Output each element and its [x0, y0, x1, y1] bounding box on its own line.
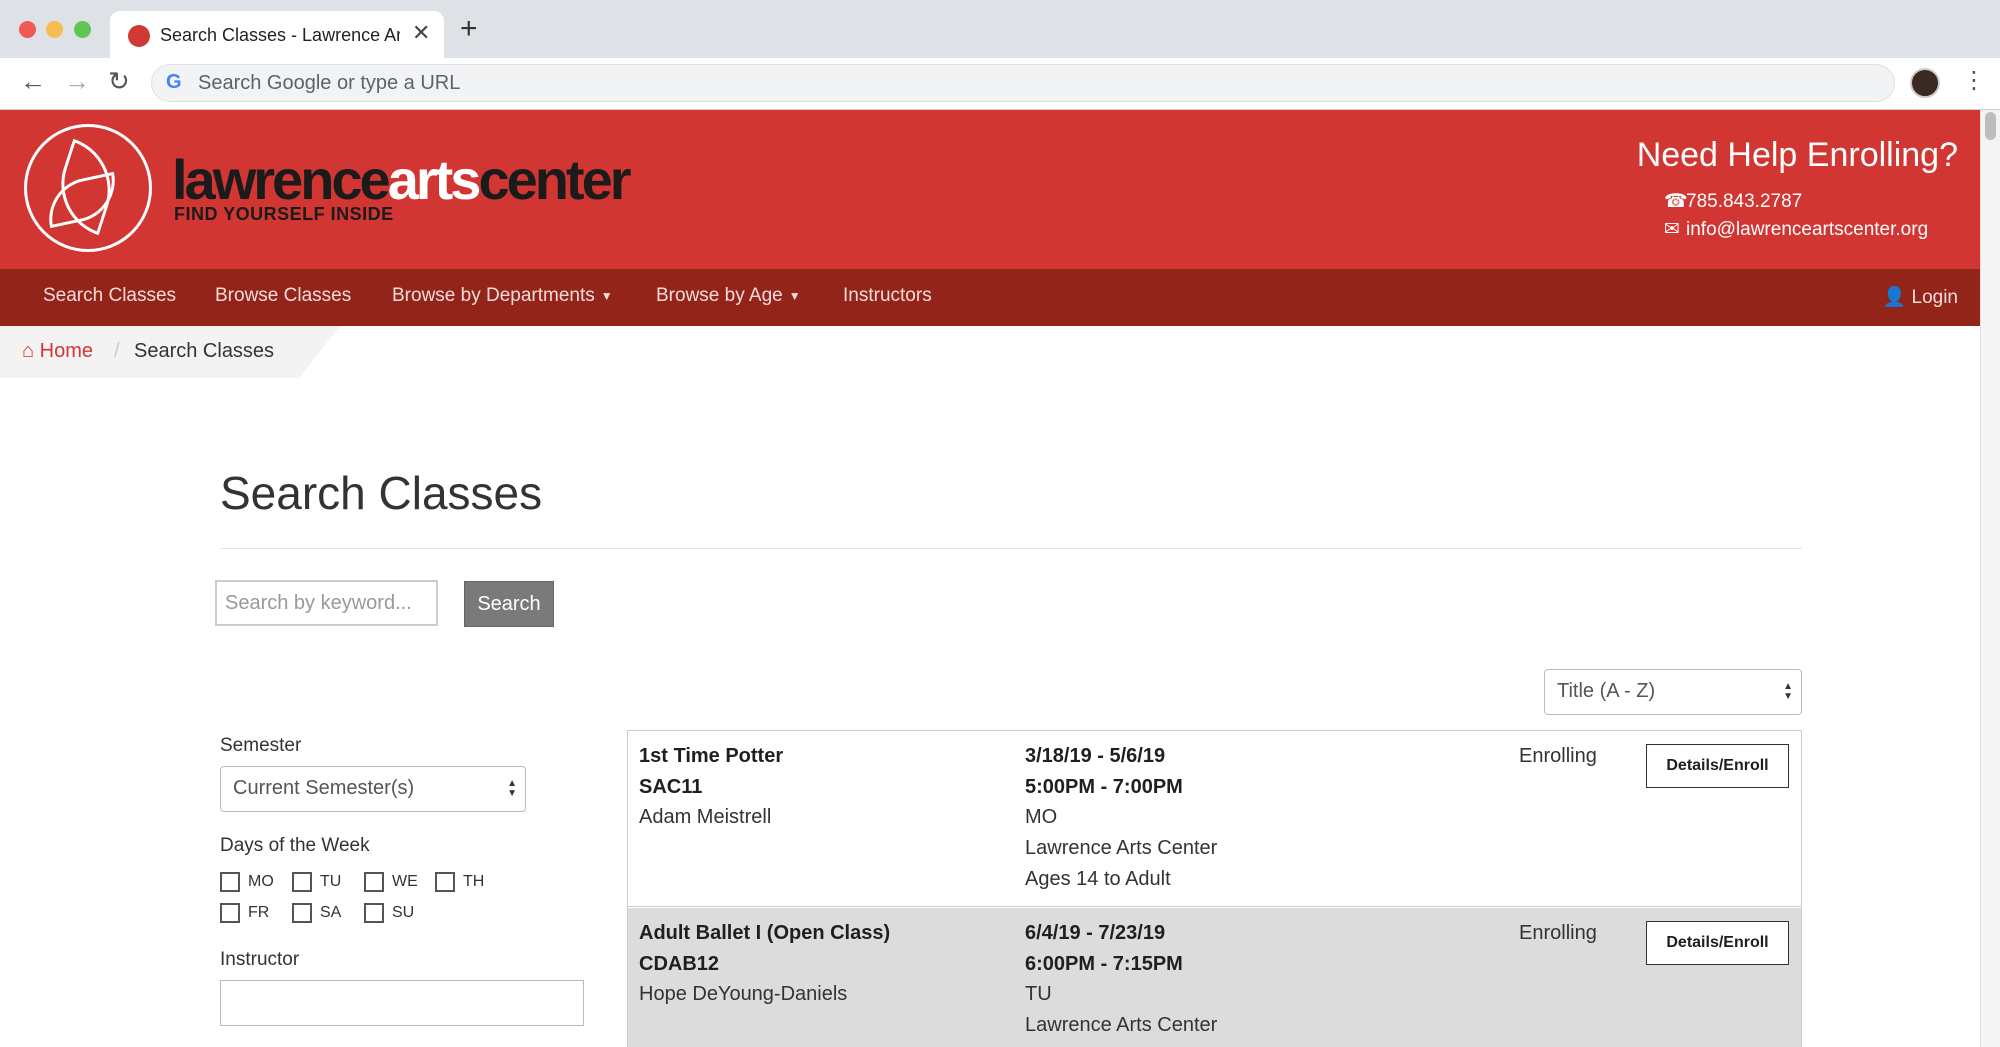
class-title[interactable]: 1st Time Potter	[639, 745, 783, 768]
page-title: Search Classes	[220, 467, 543, 519]
day-checkbox-tu[interactable]: TU	[292, 872, 341, 892]
class-days: TU	[1025, 983, 1052, 1005]
enrollment-status: Enrolling	[1519, 922, 1597, 944]
enrollment-status: Enrolling	[1519, 745, 1597, 767]
nav-search-classes[interactable]: Search Classes	[43, 285, 176, 307]
semester-select[interactable]: Current Semester(s) ▲ ▼	[220, 766, 526, 812]
maximize-window-icon[interactable]	[74, 21, 91, 38]
caret-down-icon: ▼	[788, 288, 801, 303]
google-icon: G	[166, 71, 182, 93]
close-tab-icon[interactable]: ✕	[412, 20, 430, 46]
page-scrollbar[interactable]	[1980, 110, 2000, 1047]
day-checkbox-sa[interactable]: SA	[292, 903, 341, 923]
phone-icon: ☎	[1664, 191, 1688, 212]
tab-title: Search Classes - Lawrence Arts Center	[160, 25, 400, 45]
select-arrows-icon: ▲ ▼	[1783, 681, 1793, 702]
envelope-icon: ✉	[1664, 219, 1680, 240]
new-tab-icon[interactable]: +	[460, 14, 478, 44]
result-row: 1st Time Potter SAC11 Adam Meistrell 3/1…	[628, 731, 1801, 907]
class-dates: 3/18/19 - 5/6/19	[1025, 745, 1166, 767]
class-time: 6:00PM - 7:15PM	[1025, 953, 1183, 975]
day-checkbox-we[interactable]: WE	[364, 872, 418, 892]
class-code: CDAB12	[639, 953, 720, 975]
nav-instructors[interactable]: Instructors	[843, 285, 932, 307]
class-location: Lawrence Arts Center	[1025, 837, 1218, 859]
day-checkbox-th[interactable]: TH	[435, 872, 484, 892]
class-code: SAC11	[639, 776, 703, 798]
class-instructor: Hope DeYoung-Daniels	[639, 983, 848, 1005]
instructor-input[interactable]	[220, 980, 584, 1026]
login-link[interactable]: 👤 Login	[1883, 285, 1958, 309]
class-ages: Ages 14 to Adult	[1025, 868, 1171, 890]
semester-label: Semester	[220, 735, 302, 756]
home-icon: ⌂	[22, 340, 40, 362]
profile-avatar[interactable]	[1910, 68, 1940, 98]
brand-wordmark[interactable]: lawrenceartscenter	[172, 152, 632, 208]
title-divider	[220, 548, 1802, 549]
site-header: lawrenceartscenter FIND YOURSELF INSIDE …	[0, 110, 1980, 269]
class-dates: 6/4/19 - 7/23/19	[1025, 922, 1166, 944]
address-bar-placeholder: Search Google or type a URL	[198, 72, 461, 94]
help-email[interactable]: ✉ info@lawrenceartscenter.org	[1664, 218, 1928, 241]
brand-tagline: FIND YOURSELF INSIDE	[174, 204, 394, 224]
browser-tab-strip: Search Classes - Lawrence Arts Center ✕ …	[0, 0, 2000, 58]
day-checkbox-mo[interactable]: MO	[220, 872, 274, 892]
close-window-icon[interactable]	[19, 21, 36, 38]
address-bar[interactable]: G Search Google or type a URL	[151, 64, 1895, 102]
main-navbar: Search Classes Browse Classes Browse by …	[0, 269, 1980, 326]
scrollbar-thumb[interactable]	[1985, 112, 1996, 140]
browser-tab[interactable]: Search Classes - Lawrence Arts Center ✕	[110, 11, 444, 58]
class-days: MO	[1025, 806, 1058, 828]
results-list: 1st Time Potter SAC11 Adam Meistrell 3/1…	[627, 730, 1802, 1047]
day-checkbox-su[interactable]: SU	[364, 903, 414, 923]
user-icon: 👤	[1882, 287, 1912, 308]
details-enroll-button[interactable]: Details/Enroll	[1646, 744, 1789, 788]
days-label: Days of the Week	[220, 835, 370, 856]
nav-browse-classes[interactable]: Browse Classes	[215, 285, 351, 307]
result-row: Adult Ballet I (Open Class) CDAB12 Hope …	[628, 908, 1801, 1047]
nav-browse-departments[interactable]: Browse by Departments ▼	[392, 285, 613, 307]
browser-menu-icon[interactable]: ⋮	[1962, 66, 1986, 95]
breadcrumb: ⌂ Home / Search Classes	[0, 326, 340, 378]
select-arrows-icon: ▲ ▼	[507, 778, 517, 799]
logo-icon[interactable]	[24, 124, 152, 252]
breadcrumb-home[interactable]: ⌂ Home	[22, 340, 93, 363]
day-checkbox-fr[interactable]: FR	[220, 903, 269, 923]
instructor-label: Instructor	[220, 949, 300, 970]
favicon-icon	[128, 25, 150, 47]
breadcrumb-current: Search Classes	[134, 340, 275, 362]
minimize-window-icon[interactable]	[46, 21, 63, 38]
browser-toolbar: ← → ↻ G Search Google or type a URL ⋮	[0, 58, 2000, 110]
help-phone[interactable]: ☎785.843.2787	[1664, 190, 1802, 213]
forward-arrow-icon[interactable]: →	[64, 68, 90, 94]
sort-select[interactable]: Title (A - Z) ▲ ▼	[1544, 669, 1802, 715]
class-instructor: Adam Meistrell	[639, 806, 772, 828]
caret-down-icon: ▼	[600, 288, 613, 303]
help-title: Need Help Enrolling?	[1636, 136, 1958, 174]
breadcrumb-separator: /	[114, 340, 120, 362]
details-enroll-button[interactable]: Details/Enroll	[1646, 921, 1789, 965]
back-arrow-icon[interactable]: ←	[20, 68, 46, 94]
search-button[interactable]: Search	[464, 581, 554, 627]
keyword-search-input[interactable]	[215, 580, 438, 626]
class-title[interactable]: Adult Ballet I (Open Class)	[639, 922, 890, 945]
class-location: Lawrence Arts Center	[1025, 1014, 1218, 1036]
class-time: 5:00PM - 7:00PM	[1025, 776, 1183, 798]
reload-icon[interactable]: ↻	[108, 68, 130, 94]
nav-browse-age[interactable]: Browse by Age ▼	[656, 285, 801, 307]
